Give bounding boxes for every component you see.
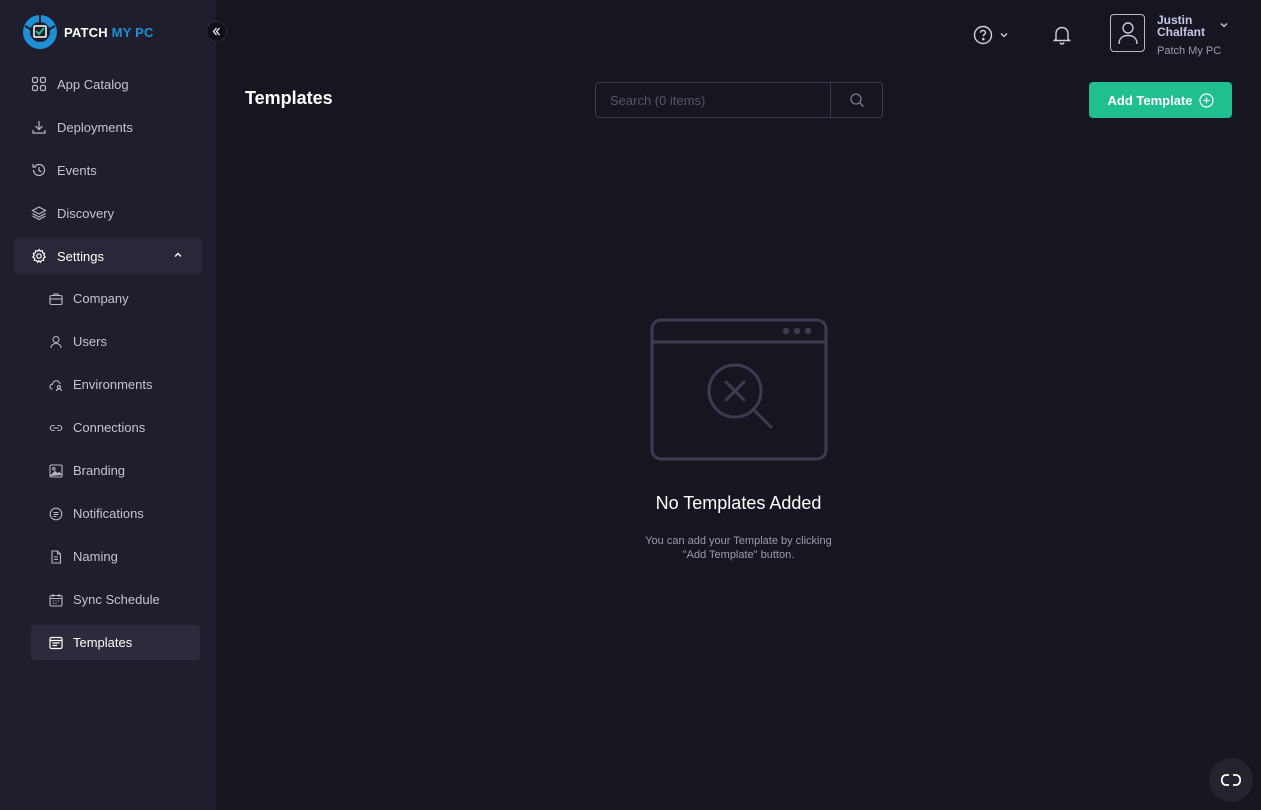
user-menu[interactable]: Justin Chalfant Patch My PC: [1110, 14, 1228, 57]
add-template-label: Add Template: [1107, 92, 1193, 108]
sidebar-item-company[interactable]: Company: [31, 281, 200, 316]
search-box: [595, 82, 883, 118]
logo-text-mypc: MY PC: [111, 24, 154, 40]
download-icon: [31, 119, 47, 135]
nav-item-app-catalog[interactable]: App Catalog: [14, 66, 202, 102]
logo-text: PATCH MY PC: [64, 25, 154, 40]
calendar-icon: [49, 593, 63, 607]
search-button[interactable]: [830, 83, 882, 117]
layers-icon: [31, 205, 47, 221]
sidebar-item-label: Users: [73, 334, 107, 349]
sidebar-item-label: Environments: [73, 377, 153, 392]
chevron-down-icon: [1000, 33, 1008, 38]
user-name: Justin Chalfant: [1157, 13, 1205, 39]
nav-item-discovery[interactable]: Discovery: [14, 195, 202, 231]
message-icon: [49, 507, 63, 521]
nav-item-label: Settings: [57, 248, 104, 264]
image-icon: [49, 463, 63, 478]
add-template-button[interactable]: Add Template: [1089, 82, 1232, 118]
app-root: PATCH MY PC App Catalog Deployments Even…: [0, 0, 1261, 810]
double-chevron-left-icon: [212, 27, 220, 36]
sidebar-item-label: Connections: [73, 420, 146, 435]
page-title: Templates: [245, 88, 333, 108]
sidebar-item-naming[interactable]: Naming: [31, 539, 200, 574]
briefcase-icon: [49, 292, 63, 306]
gear-icon: [31, 248, 47, 264]
logo-mark-icon: [23, 15, 57, 49]
empty-state-title: No Templates Added: [655, 493, 822, 513]
avatar: [1110, 14, 1145, 52]
link-icon: [1220, 774, 1242, 786]
sidebar-item-users[interactable]: Users: [31, 324, 200, 359]
empty-state-description: You can add your Template by clicking "A…: [645, 535, 832, 561]
chevron-down-icon: [1220, 23, 1228, 28]
sidebar-item-label: Naming: [73, 549, 118, 564]
nav-item-label: Events: [57, 162, 97, 178]
main-nav: App Catalog Deployments Events Discovery…: [14, 66, 202, 281]
user-info: Justin Chalfant Patch My PC: [1157, 14, 1221, 57]
link-icon: [49, 421, 63, 435]
sidebar-item-label: Notifications: [73, 506, 144, 521]
grid-icon: [31, 76, 47, 92]
search-icon: [849, 93, 864, 107]
history-icon: [31, 162, 47, 178]
nav-item-deployments[interactable]: Deployments: [14, 109, 202, 145]
sidebar-item-label: Company: [73, 291, 129, 306]
sidebar-item-connections[interactable]: Connections: [31, 410, 200, 445]
file-icon: [49, 549, 63, 564]
help-menu[interactable]: [973, 25, 1009, 45]
chevron-up-icon: [172, 249, 184, 264]
nav-item-label: Deployments: [57, 119, 133, 135]
sidebar-item-sync-schedule[interactable]: Sync Schedule: [31, 582, 200, 617]
cloud-user-icon: [49, 378, 63, 392]
collapse-sidebar-button[interactable]: [206, 21, 227, 42]
notifications-button[interactable]: [1052, 24, 1072, 51]
plus-circle-icon: [1198, 92, 1214, 108]
settings-subnav: Company Users Environments Connections B…: [31, 281, 200, 668]
empty-state-illustration-icon: [650, 318, 828, 461]
sidebar-item-label: Branding: [73, 463, 126, 478]
nav-item-events[interactable]: Events: [14, 152, 202, 188]
sidebar-item-label: Sync Schedule: [73, 592, 160, 607]
user-avatar-icon: [1117, 22, 1138, 45]
support-chat-button[interactable]: [1209, 758, 1253, 802]
sidebar-item-environments[interactable]: Environments: [31, 367, 200, 402]
help-icon: [973, 25, 993, 45]
nav-item-label: Discovery: [57, 205, 115, 221]
user-org: Patch My PC: [1157, 45, 1222, 57]
logo[interactable]: PATCH MY PC: [22, 14, 154, 50]
nav-item-settings[interactable]: Settings: [14, 238, 202, 274]
sidebar-item-branding[interactable]: Branding: [31, 453, 200, 488]
logo-text-patch: PATCH: [64, 24, 108, 40]
sidebar-item-templates[interactable]: Templates: [31, 625, 200, 660]
sidebar-item-label: Templates: [73, 635, 133, 650]
sidebar: PATCH MY PC App Catalog Deployments Even…: [0, 0, 216, 810]
search-input[interactable]: [596, 83, 830, 117]
user-icon: [49, 335, 63, 349]
nav-item-label: App Catalog: [57, 76, 129, 92]
sidebar-item-notifications[interactable]: Notifications: [31, 496, 200, 531]
bell-icon: [1052, 26, 1072, 45]
template-icon: [49, 636, 63, 650]
